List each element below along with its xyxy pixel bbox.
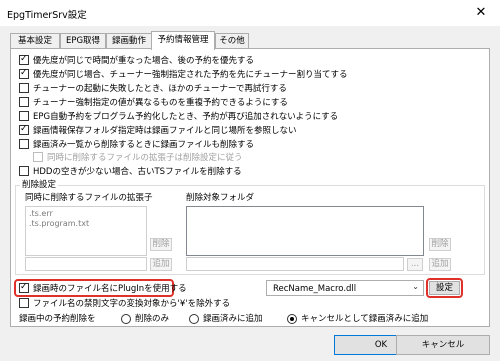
radio-button[interactable] xyxy=(189,314,199,324)
checkbox[interactable] xyxy=(19,54,29,65)
extension-input[interactable] xyxy=(25,257,147,271)
folders-label: 削除対象フォルダ xyxy=(186,193,255,203)
option-label: HDDの空きが少ない場合、古いTSファイルを削除する xyxy=(33,167,242,177)
option-label: 優先度が同じで時間が重なった場合、後の予約を優先する xyxy=(33,56,255,66)
tab-other[interactable]: その他 xyxy=(215,33,249,49)
tab-recording-behavior[interactable]: 録画動作 xyxy=(106,33,152,49)
forbidden-chars-label: ファイル名の禁則文字の変換対象から'¥'を除外する xyxy=(33,299,231,309)
checkbox[interactable] xyxy=(19,282,29,293)
option-label: 同時に削除するファイルの拡張子は削除設定に従う xyxy=(47,153,243,163)
folder-delete-button[interactable]: 削除 xyxy=(429,238,451,251)
plugin-option-label: 録画時のファイル名にPlugInを使用する xyxy=(33,284,187,294)
checkbox[interactable] xyxy=(19,166,29,176)
option-label: 録画情報保存フォルダ指定時は録画ファイルと同じ場所を参照しない xyxy=(33,126,297,136)
checkbox[interactable] xyxy=(19,97,29,107)
option-label: 優先度が同じ場合、チューナー強制指定された予約を先にチューナー割り当てする xyxy=(33,70,348,80)
extension-delete-button[interactable]: 削除 xyxy=(150,238,172,251)
extensions-label: 同時に削除するファイルの拡張子 xyxy=(25,193,153,203)
plugin-select-value: RecName_Macro.dll xyxy=(273,284,357,294)
checkbox[interactable] xyxy=(19,83,29,93)
option-label: EPG自動予約をプログラム予約化したとき、予約が再び追加されないようにする xyxy=(33,112,339,122)
checkbox[interactable] xyxy=(19,111,29,121)
close-icon[interactable]: ✕ xyxy=(472,4,490,22)
radio-button[interactable] xyxy=(287,314,297,324)
cancel-button[interactable]: キャンセル xyxy=(396,335,490,355)
extensions-list[interactable]: .ts.err .ts.program.txt xyxy=(25,206,147,256)
checkbox xyxy=(33,152,43,162)
tab-basic-settings[interactable]: 基本設定 xyxy=(10,33,60,49)
list-item[interactable]: .ts.program.txt xyxy=(29,219,89,228)
tab-panel: 優先度が同じで時間が重なった場合、後の予約を優先する 優先度が同じ場合、チューナ… xyxy=(10,48,490,327)
radio-label: キャンセルとして録画済みに追加 xyxy=(301,314,429,324)
option-label: チューナーの起動に失敗したとき、ほかのチューナーで再試行する xyxy=(33,84,287,94)
checkbox[interactable] xyxy=(19,68,29,79)
checkbox[interactable] xyxy=(19,298,29,308)
delete-settings-title: 削除設定 xyxy=(20,180,59,190)
plugin-settings-button[interactable]: 設定 xyxy=(429,281,460,295)
radio-button[interactable] xyxy=(121,314,131,324)
tab-reservation-management[interactable]: 予約情報管理 xyxy=(151,31,215,50)
recording-delete-label: 録画中の予約削除を xyxy=(19,314,96,324)
option-label: チューナー強制指定の値が異なるものを重複予約できるようにする xyxy=(33,98,288,108)
plugin-select[interactable]: RecName_Macro.dll ⌄ xyxy=(266,280,424,296)
folder-input[interactable] xyxy=(186,257,404,271)
tab-epg-acquisition[interactable]: EPG取得 xyxy=(60,33,106,49)
checkbox[interactable] xyxy=(19,124,29,135)
radio-label: 録画済みに追加 xyxy=(203,314,263,324)
title-bar: EpgTimerSrv設定 ✕ xyxy=(0,0,500,26)
extension-add-button[interactable]: 追加 xyxy=(150,258,172,271)
list-item[interactable]: .ts.err xyxy=(29,209,53,218)
checkbox[interactable] xyxy=(19,139,29,149)
folders-list[interactable] xyxy=(186,206,424,256)
window-title: EpgTimerSrv設定 xyxy=(7,10,87,21)
folder-browse-button[interactable]: ... xyxy=(407,258,423,271)
radio-label: 削除のみ xyxy=(135,314,170,324)
chevron-down-icon: ⌄ xyxy=(412,282,419,291)
folder-add-button[interactable]: 追加 xyxy=(429,258,451,271)
option-label: 録画済み一覧から削除するときに録画ファイルも削除する xyxy=(33,140,255,150)
